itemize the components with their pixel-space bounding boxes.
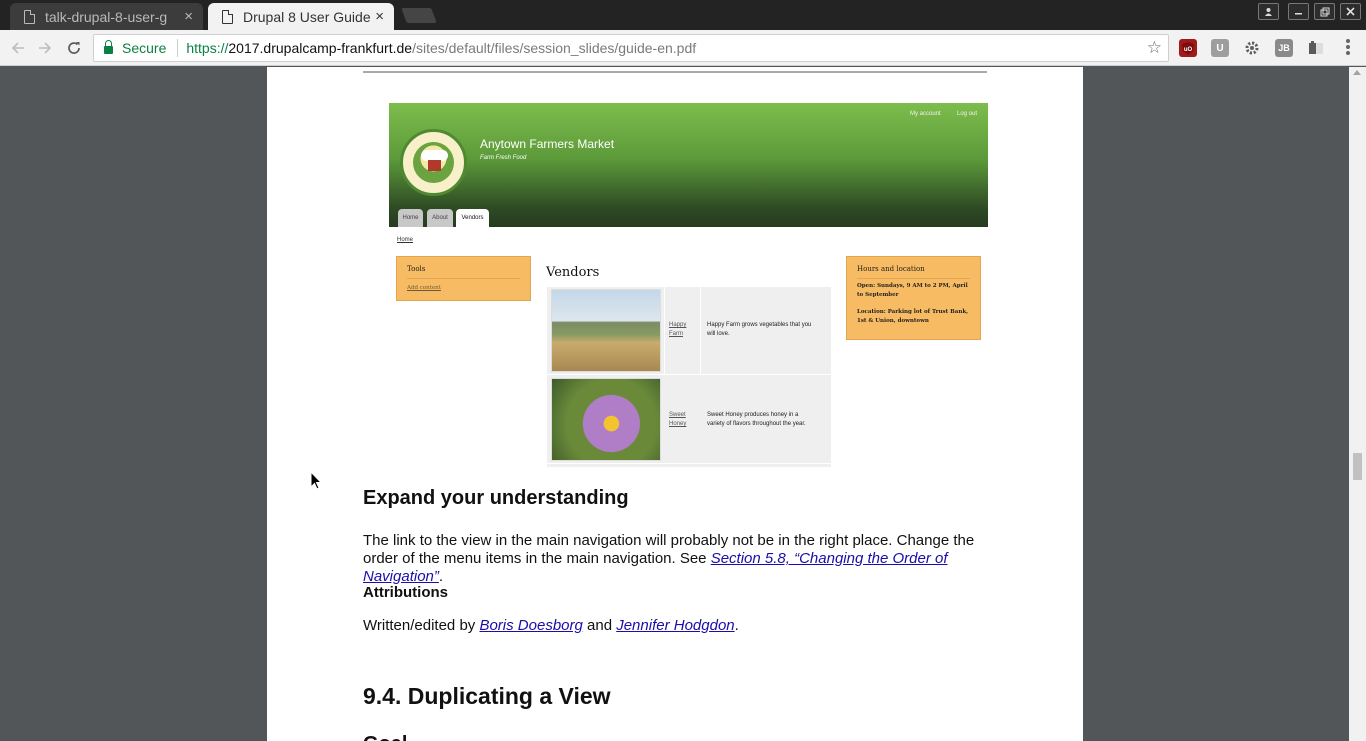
new-tab-button[interactable] — [401, 8, 437, 23]
document-icon — [24, 9, 35, 24]
svg-text:uO: uO — [1184, 47, 1193, 53]
author-link[interactable]: Jennifer Hodgdon — [616, 617, 734, 634]
vendor-description: Sweet Honey produces honey in a variety … — [707, 411, 825, 429]
farm-photo — [551, 289, 661, 372]
vendor-name-line: Happy — [669, 322, 687, 328]
goal-heading: Goal — [363, 733, 407, 741]
vendor-description: Happy Farm grows vegetables that you wil… — [707, 321, 825, 339]
lock-icon — [104, 40, 113, 54]
ublock-icon[interactable]: uO — [1179, 39, 1197, 57]
site-tab-about: About — [427, 209, 453, 227]
url-host: 2017.drupalcamp-frankfurt.de — [228, 40, 413, 56]
url-path: /sites/default/files/session_slides/guid… — [412, 40, 697, 56]
add-content-link: Add content — [407, 285, 441, 291]
secure-label: Secure — [122, 40, 167, 56]
vendor-name-line: Honey — [669, 421, 687, 427]
close-icon[interactable]: × — [375, 8, 384, 25]
vendor-desc-line: will love. — [707, 331, 730, 337]
u-extension-icon[interactable]: U — [1211, 39, 1229, 57]
vendor-desc-line: Happy Farm grows vegetables that you — [707, 322, 812, 328]
tools-block-title: Tools — [407, 265, 426, 273]
author-link[interactable]: Boris Doesborg — [479, 617, 582, 634]
settings-extension-icon[interactable] — [1243, 39, 1261, 57]
vendor-desc-line: variety of flavors throughout the year. — [707, 421, 806, 427]
tools-block: Tools Add content — [396, 256, 531, 301]
vendor-link: Happy Farm — [669, 321, 699, 339]
browser-toolbar: Secure https://2017.drupalcamp-frankfurt… — [0, 30, 1366, 66]
section-heading: 9.4. Duplicating a View — [363, 683, 611, 709]
paragraph-text: . — [734, 617, 739, 634]
site-slogan: Farm Fresh Food — [480, 155, 527, 161]
mouse-cursor-icon — [310, 470, 323, 495]
attributions-paragraph: Written/edited by Boris Doesborg and Jen… — [363, 617, 993, 635]
expand-heading: Expand your understanding — [363, 487, 629, 509]
jb-extension-icon[interactable]: JB — [1275, 39, 1293, 57]
table-row: Sweet Honey Sweet Honey produces honey i… — [547, 376, 831, 464]
figure-screenshot: Anytown Farmers Market Farm Fresh Food M… — [389, 103, 989, 469]
expand-paragraph: The link to the view in the main navigat… — [363, 532, 993, 586]
log-out-link: Log out — [957, 111, 978, 117]
site-name: Anytown Farmers Market — [480, 137, 615, 151]
site-tab-home: Home — [398, 209, 423, 227]
vendor-name-line: Farm — [669, 331, 683, 337]
pdf-page: Anytown Farmers Market Farm Fresh Food M… — [267, 67, 1083, 741]
site-header: Anytown Farmers Market Farm Fresh Food M… — [389, 103, 988, 227]
bw-extension-icon[interactable] — [1307, 39, 1325, 57]
scrollbar[interactable] — [1349, 67, 1366, 741]
tab-strip: talk-drupal-8-user-g × Drupal 8 User Gui… — [0, 0, 1366, 30]
hours-location-text: Location: Parking lot of Trust Bank, 1st… — [857, 309, 969, 324]
vendors-table: Happy Farm Happy Farm grows vegetables t… — [547, 287, 831, 467]
hours-block-title: Hours and location — [857, 265, 925, 273]
reload-icon[interactable] — [63, 37, 85, 59]
divider — [363, 71, 987, 73]
close-icon[interactable]: × — [184, 8, 193, 25]
bee-photo — [551, 378, 661, 461]
tab-title: Drupal 8 User Guide — [243, 8, 371, 25]
farm-logo-icon — [400, 129, 467, 196]
view-title: Vendors — [546, 265, 600, 280]
divider — [177, 39, 179, 57]
pdf-viewer: Anytown Farmers Market Farm Fresh Food M… — [0, 67, 1366, 741]
minimize-button[interactable] — [1288, 3, 1309, 20]
table-row: Happy Farm Happy Farm grows vegetables t… — [547, 287, 831, 375]
paragraph-text: and — [582, 617, 617, 634]
profile-icon[interactable] — [1258, 3, 1279, 20]
divider — [407, 278, 520, 279]
paragraph-text: . — [438, 568, 444, 585]
bookmark-star-icon[interactable]: ☆ — [1147, 38, 1162, 58]
url-scheme: https:// — [186, 40, 229, 56]
forward-arrow-icon[interactable] — [34, 37, 56, 59]
attributions-heading: Attributions — [363, 584, 448, 601]
scroll-thumb[interactable] — [1353, 453, 1362, 480]
address-bar[interactable]: Secure https://2017.drupalcamp-frankfurt… — [93, 34, 1169, 62]
tab-title: talk-drupal-8-user-g — [45, 8, 168, 25]
menu-dots-icon[interactable] — [1346, 39, 1350, 57]
restore-button[interactable] — [1314, 3, 1335, 20]
close-window-button[interactable] — [1340, 3, 1361, 20]
vendor-name-line: Sweet — [669, 412, 686, 418]
back-arrow-icon[interactable] — [7, 37, 29, 59]
tab-talk-drupal[interactable]: talk-drupal-8-user-g × — [10, 3, 203, 30]
site-tab-vendors: Vendors — [456, 209, 489, 227]
hours-block: Hours and location Open: Sundays, 9 AM t… — [846, 256, 981, 340]
tab-drupal-user-guide[interactable]: Drupal 8 User Guide × — [208, 3, 394, 30]
vendor-desc-line: Sweet Honey produces honey in a — [707, 412, 799, 418]
divider — [857, 278, 970, 279]
hours-open-text: Open: Sundays, 9 AM to 2 PM, April to Se… — [857, 283, 968, 298]
vendor-link: Sweet Honey — [669, 411, 699, 429]
breadcrumb: Home — [397, 237, 414, 243]
paragraph-text: Written/edited by — [363, 617, 480, 634]
scroll-up-arrow-icon[interactable] — [1353, 70, 1361, 75]
document-icon — [222, 9, 233, 24]
my-account-link: My account — [910, 111, 941, 117]
